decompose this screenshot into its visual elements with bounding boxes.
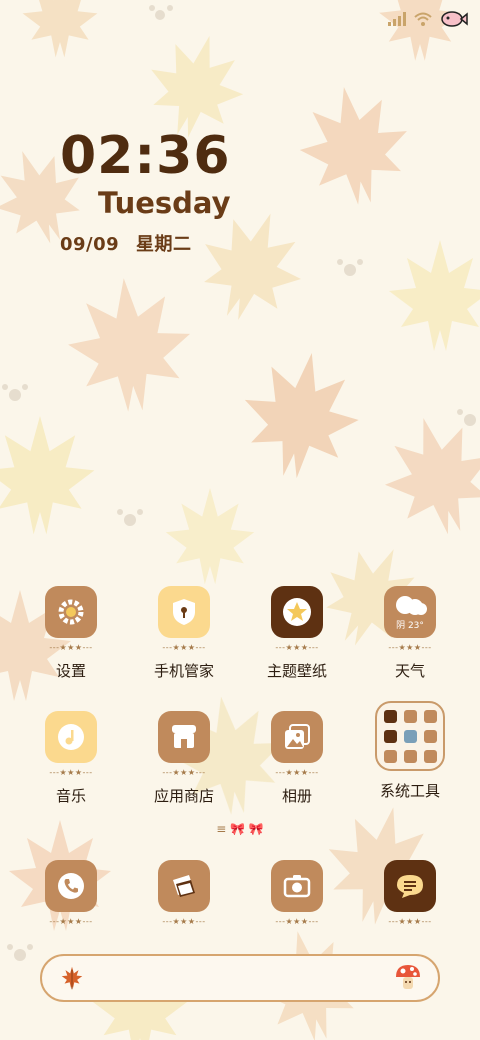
message-icon <box>384 860 436 912</box>
app-stars: ---★★★--- <box>275 768 319 777</box>
app-label: 相册 <box>281 787 312 805</box>
mushroom-icon <box>396 965 420 989</box>
app-stars: ---★★★--- <box>49 643 93 652</box>
weather-icon: 阴 23° <box>384 586 436 638</box>
settings-icon <box>45 586 97 638</box>
camera-icon <box>271 860 323 912</box>
phone-icon <box>45 860 97 912</box>
app-label: 主题壁纸 <box>266 662 327 680</box>
app-label: 系统工具 <box>379 782 440 800</box>
app-gallery[interactable]: ---★★★--- 相册 <box>242 711 352 806</box>
folder-icon <box>375 701 445 771</box>
app-settings[interactable]: ---★★★--- 设置 <box>16 586 126 681</box>
app-stars: ---★★★--- <box>162 643 206 652</box>
app-label: 天气 <box>394 662 425 680</box>
app-label: 音乐 <box>55 787 86 805</box>
weather-text: 阴 23° <box>396 621 424 631</box>
app-weather[interactable]: 阴 23° ---★★★--- 天气 <box>355 586 465 681</box>
app-stars: ---★★★--- <box>162 768 206 777</box>
clock-date: 09/09 星期二 <box>60 230 201 256</box>
wifi-icon <box>414 12 432 26</box>
theme-star-icon <box>271 586 323 638</box>
weekday-cn-label: 星期二 <box>135 234 192 255</box>
battery-fish-icon <box>441 11 468 27</box>
page-indicator[interactable]: ≡ 🎀 🎀 <box>0 822 480 836</box>
app-phone-manager[interactable]: ---★★★--- 手机管家 <box>129 586 239 681</box>
store-icon <box>158 711 210 763</box>
app-stars: ---★★★--- <box>275 643 319 652</box>
app-stars: ---★★★--- <box>49 768 93 777</box>
app-themes[interactable]: ---★★★--- 主题壁纸 <box>242 586 352 681</box>
music-icon <box>45 711 97 763</box>
dock-camera[interactable]: ---★★★--- <box>242 860 352 926</box>
status-bar <box>388 10 468 28</box>
app-label: 设置 <box>55 662 86 680</box>
app-store[interactable]: ---★★★--- 应用商店 <box>129 711 239 806</box>
search-bar[interactable] <box>40 954 440 1002</box>
app-stars: ---★★★--- <box>162 917 206 926</box>
shield-icon <box>158 586 210 638</box>
app-system-tools-folder[interactable]: 系统工具 <box>355 701 465 801</box>
clock-weekday: Tuesday <box>98 186 231 220</box>
maple-leaf-icon <box>61 966 83 990</box>
signal-icon <box>388 12 406 26</box>
date-label: 09/09 <box>60 234 120 255</box>
app-stars: ---★★★--- <box>388 917 432 926</box>
app-label: 手机管家 <box>153 662 214 680</box>
notes-icon <box>158 860 210 912</box>
clock-time[interactable]: 02:36 <box>60 128 231 184</box>
app-stars: ---★★★--- <box>275 917 319 926</box>
gallery-icon <box>271 711 323 763</box>
app-stars: ---★★★--- <box>49 917 93 926</box>
dock-messages[interactable]: ---★★★--- <box>355 860 465 926</box>
app-music[interactable]: ---★★★--- 音乐 <box>16 711 126 806</box>
app-label: 应用商店 <box>153 787 214 805</box>
app-stars: ---★★★--- <box>388 643 432 652</box>
dock-phone[interactable]: ---★★★--- <box>16 860 126 926</box>
dock-notes[interactable]: ---★★★--- <box>129 860 239 926</box>
